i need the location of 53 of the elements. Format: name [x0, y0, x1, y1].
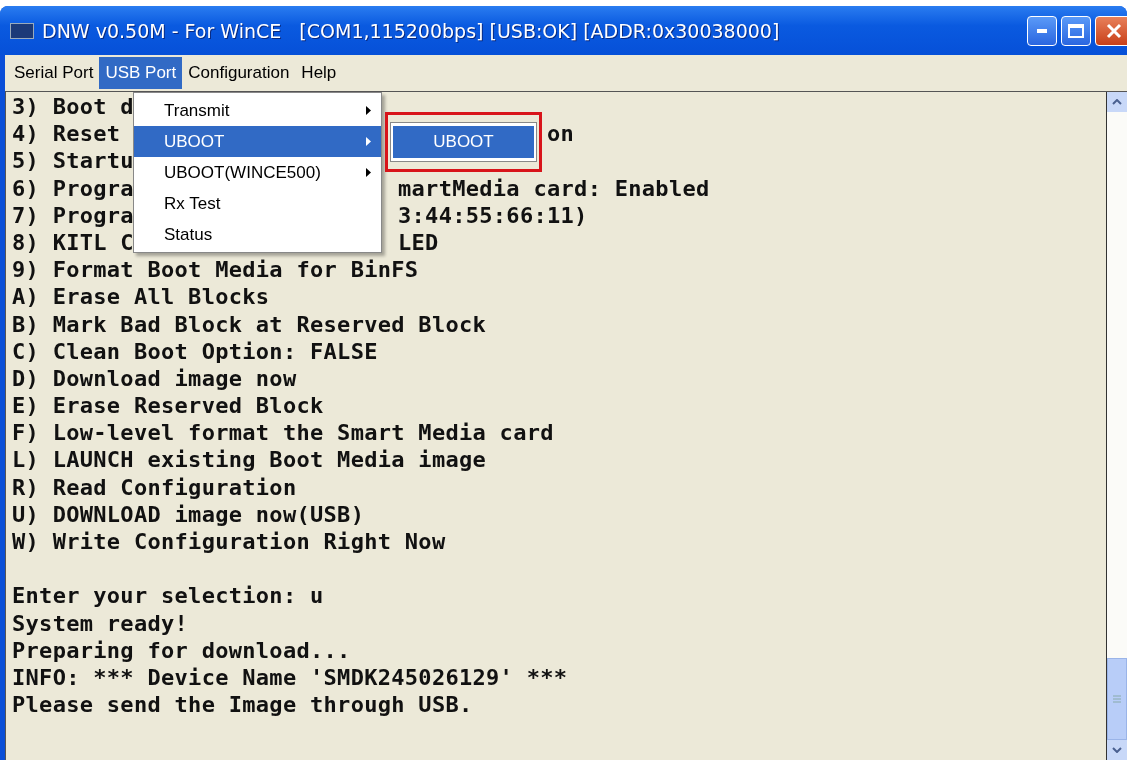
terminal-line: A) Erase All Blocks [12, 283, 270, 311]
terminal-line: 7) Progra [12, 202, 134, 228]
scrollbar[interactable] [1106, 92, 1127, 760]
menu-option[interactable]: Rx Test [134, 188, 381, 219]
terminal-line: L) LAUNCH existing Boot Media image [12, 446, 487, 474]
menu-option[interactable]: Status [134, 219, 381, 250]
maximize-icon [1068, 23, 1084, 38]
terminal-line: on [547, 120, 576, 148]
close-icon [1106, 22, 1122, 39]
menu-item[interactable]: USB Port [99, 57, 183, 89]
menu-item[interactable]: Help [295, 57, 343, 89]
terminal-line: System ready! [12, 609, 189, 637]
menu-option[interactable]: Transmit [134, 95, 381, 126]
terminal-line: F) Low-level format the Smart Media card [12, 419, 554, 447]
terminal-line: 3) Boot d [12, 93, 134, 121]
close-button[interactable] [1095, 15, 1127, 46]
terminal-line: U) DOWNLOAD image now(USB) [12, 500, 365, 528]
terminal-line: Please send the Image through USB. [12, 691, 473, 719]
terminal-line: 6) Progra [12, 175, 134, 201]
terminal-line: B) Mark Bad Block at Reserved Block [12, 310, 487, 338]
terminal-line: Preparing for download... [12, 636, 351, 664]
terminal-line: E) Erase Reserved Block [12, 392, 324, 420]
minimize-button[interactable] [1027, 15, 1057, 46]
scroll-down-button[interactable] [1107, 740, 1127, 760]
terminal-line: 4) Reset [12, 121, 121, 147]
app-icon [10, 22, 34, 39]
minimize-icon [1037, 28, 1047, 33]
terminal-line: W) Write Configuration Right Now [12, 528, 446, 556]
submenu-arrow-icon [366, 168, 371, 177]
chevron-up-icon [1112, 99, 1122, 105]
terminal-line: INFO: *** Device Name 'SMDK245026129' *** [12, 663, 568, 692]
menu-option[interactable]: UBOOT [393, 126, 534, 158]
terminal-line: martMedia card: Enabled [398, 174, 711, 202]
terminal-line: 9) Format Boot Media for BinFS [12, 256, 419, 284]
window-title: DNW v0.50M - For WinCE [COM1,115200bps] [USB:OK] [ADDR:0x30038000] [42, 19, 781, 42]
terminal-line: 3:44:55:66:11) [398, 201, 589, 229]
terminal-line: R) Read Configuration [12, 473, 297, 501]
scroll-up-button[interactable] [1107, 92, 1127, 112]
terminal-line: D) Download image now [12, 364, 297, 393]
terminal-line: Enter your selection: u [12, 582, 324, 610]
submenu-arrow-icon [366, 137, 371, 146]
menu-item[interactable]: Configuration [182, 57, 296, 89]
terminal-line: 5) Startu [12, 147, 134, 175]
menu-option[interactable]: UBOOT(WINCE500) [134, 157, 381, 188]
scroll-thumb[interactable] [1107, 658, 1127, 740]
menu-option[interactable]: UBOOT [134, 126, 381, 157]
chevron-down-icon [1112, 747, 1122, 753]
terminal-line: C) Clean Boot Option: FALSE [12, 337, 378, 365]
terminal-line: 8) KITL C [12, 229, 134, 255]
submenu-arrow-icon [366, 106, 371, 115]
terminal-line: LED [398, 228, 440, 257]
menu-item[interactable]: Serial Port [8, 57, 100, 89]
maximize-button[interactable] [1061, 15, 1091, 46]
